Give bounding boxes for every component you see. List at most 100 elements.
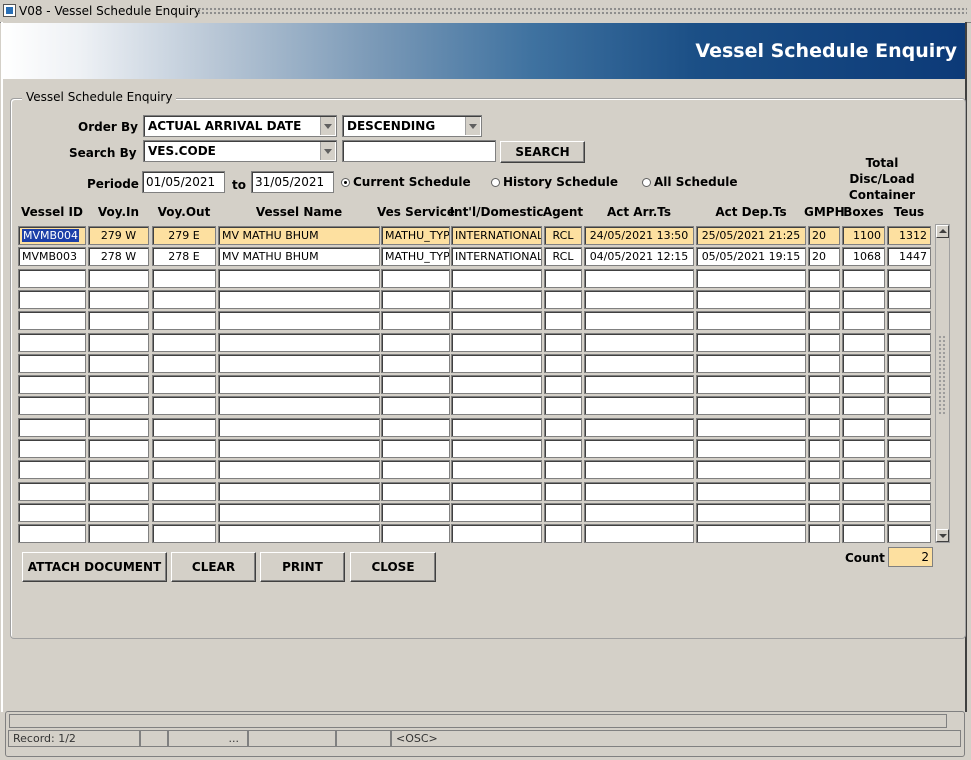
empty-cell[interactable] [152,375,216,394]
empty-cell[interactable] [584,418,694,437]
empty-cell[interactable] [218,418,380,437]
empty-cell[interactable] [808,396,840,415]
dropdown-arrow-icon[interactable] [320,117,335,135]
table-scrollbar[interactable] [935,224,950,543]
date-to-field[interactable]: 31/05/2021 [251,171,334,193]
empty-cell[interactable] [696,354,806,373]
empty-cell[interactable] [842,375,885,394]
empty-cell[interactable] [381,418,450,437]
empty-cell[interactable] [218,396,380,415]
empty-cell[interactable] [18,269,86,288]
empty-cell[interactable] [696,418,806,437]
empty-cell[interactable] [544,311,582,330]
cell-voy-out[interactable]: 279 E [152,226,216,245]
empty-cell[interactable] [584,290,694,309]
cell-agent[interactable]: RCL [544,247,582,266]
empty-cell[interactable] [808,290,840,309]
order-direction-select[interactable]: DESCENDING [342,115,482,137]
empty-cell[interactable] [696,396,806,415]
empty-cell[interactable] [152,418,216,437]
empty-cell[interactable] [381,354,450,373]
empty-cell[interactable] [152,269,216,288]
empty-cell[interactable] [808,482,840,501]
empty-cell[interactable] [584,269,694,288]
cell-act-dep-ts[interactable]: 25/05/2021 21:25 [696,226,806,245]
empty-cell[interactable] [696,269,806,288]
empty-cell[interactable] [842,482,885,501]
cell-act-dep-ts[interactable]: 05/05/2021 19:15 [696,247,806,266]
empty-cell[interactable] [152,460,216,479]
empty-cell[interactable] [887,460,931,479]
empty-cell[interactable] [451,524,542,543]
empty-cell[interactable] [88,482,149,501]
empty-cell[interactable] [218,503,380,522]
empty-cell[interactable] [842,503,885,522]
empty-cell[interactable] [842,418,885,437]
empty-cell[interactable] [842,269,885,288]
empty-cell[interactable] [696,311,806,330]
radio-current-schedule[interactable]: Current Schedule [341,175,471,189]
empty-cell[interactable] [887,311,931,330]
empty-cell[interactable] [88,396,149,415]
empty-cell[interactable] [88,333,149,352]
empty-cell[interactable] [887,354,931,373]
empty-cell[interactable] [18,333,86,352]
empty-cell[interactable] [18,375,86,394]
empty-cell[interactable] [696,503,806,522]
empty-cell[interactable] [152,311,216,330]
dropdown-arrow-icon[interactable] [465,117,480,135]
empty-cell[interactable] [808,333,840,352]
scroll-up-icon[interactable] [936,225,949,238]
empty-cell[interactable] [887,396,931,415]
attach-document-button[interactable]: ATTACH DOCUMENT [22,552,167,582]
empty-cell[interactable] [696,290,806,309]
empty-cell[interactable] [88,418,149,437]
empty-cell[interactable] [887,439,931,458]
empty-cell[interactable] [152,503,216,522]
empty-cell[interactable] [18,460,86,479]
cell-agent[interactable]: RCL [544,226,582,245]
empty-cell[interactable] [218,482,380,501]
cell-ves-service[interactable]: MATHU_TYPE [381,247,450,266]
empty-cell[interactable] [451,354,542,373]
empty-cell[interactable] [451,482,542,501]
empty-cell[interactable] [808,503,840,522]
empty-cell[interactable] [381,439,450,458]
empty-cell[interactable] [842,311,885,330]
cell-vessel-name[interactable]: MV MATHU BHUM [218,226,380,245]
empty-cell[interactable] [696,375,806,394]
empty-cell[interactable] [451,503,542,522]
empty-cell[interactable] [381,375,450,394]
cell-voy-in[interactable]: 279 W [88,226,149,245]
empty-cell[interactable] [218,333,380,352]
cell-teus[interactable]: 1447 [887,247,931,266]
empty-cell[interactable] [842,354,885,373]
empty-cell[interactable] [218,439,380,458]
empty-cell[interactable] [808,460,840,479]
empty-cell[interactable] [152,354,216,373]
empty-cell[interactable] [451,333,542,352]
empty-cell[interactable] [218,269,380,288]
empty-cell[interactable] [544,460,582,479]
empty-cell[interactable] [88,375,149,394]
empty-cell[interactable] [88,524,149,543]
empty-cell[interactable] [544,333,582,352]
empty-cell[interactable] [88,460,149,479]
empty-cell[interactable] [88,290,149,309]
empty-cell[interactable] [451,418,542,437]
empty-cell[interactable] [887,375,931,394]
search-input[interactable] [342,140,496,162]
empty-cell[interactable] [584,439,694,458]
empty-cell[interactable] [218,460,380,479]
cell-gmph[interactable]: 20 [808,247,840,266]
empty-cell[interactable] [696,524,806,543]
empty-cell[interactable] [808,524,840,543]
empty-cell[interactable] [152,524,216,543]
dropdown-arrow-icon[interactable] [320,142,335,160]
empty-cell[interactable] [544,375,582,394]
radio-history-schedule[interactable]: History Schedule [491,175,618,189]
empty-cell[interactable] [218,524,380,543]
cell-voy-in[interactable]: 278 W [88,247,149,266]
close-button[interactable]: CLOSE [350,552,436,582]
empty-cell[interactable] [887,524,931,543]
